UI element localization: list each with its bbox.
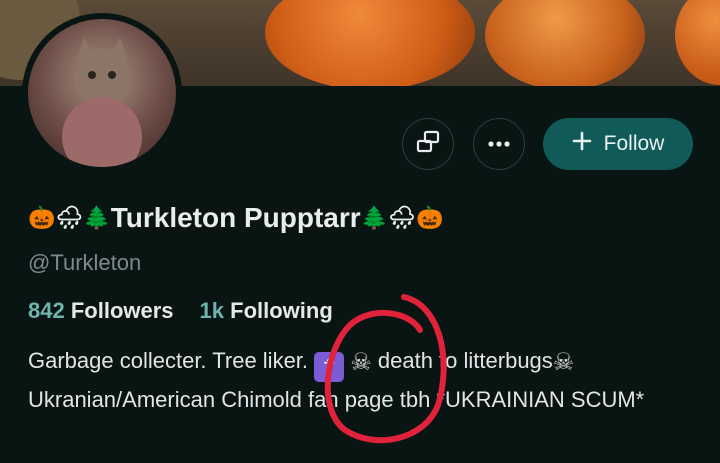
name-text: Turkleton Pupptarr xyxy=(110,202,361,233)
follow-label: Follow xyxy=(603,132,665,155)
name-emoji-suffix: 🌲🌧🎃 xyxy=(360,205,444,230)
user-handle: @Turkleton xyxy=(28,250,142,275)
more-icon xyxy=(486,135,512,153)
banner-pumpkin xyxy=(675,0,720,85)
followers-label: Followers xyxy=(70,298,174,323)
banner-pumpkin xyxy=(485,0,645,86)
skull-icon: ☠ xyxy=(552,349,575,376)
banner-pumpkin xyxy=(265,0,475,86)
avatar-image xyxy=(28,19,176,167)
orthodox-cross-icon: ☦ xyxy=(314,352,345,382)
profile-stats: 842 Followers 1k Following xyxy=(28,298,333,324)
message-icon xyxy=(415,129,441,160)
display-name: 🎃🌧🌲 Turkleton Pupptarr 🌲🌧🎃 xyxy=(28,202,443,234)
profile-bio: Garbage collecter. Tree liker. ☦ ☠ death… xyxy=(28,343,708,418)
bio-text-2: death to litterbugs xyxy=(371,348,553,373)
follow-button[interactable]: Follow xyxy=(543,118,693,170)
name-emoji-prefix: 🎃🌧🌲 xyxy=(28,205,111,230)
followers-count: 842 xyxy=(28,298,65,323)
following-label: Following xyxy=(230,298,333,323)
bio-text-1: Garbage collecter. Tree liker. xyxy=(28,348,315,373)
bio-text-3: Ukranian/American Chimold fan page tbh *… xyxy=(28,387,645,412)
skull-icon: ☠ xyxy=(350,349,372,376)
avatar[interactable] xyxy=(22,13,182,173)
more-options-button[interactable] xyxy=(473,118,525,170)
following-link[interactable]: 1k Following xyxy=(200,298,333,324)
followers-link[interactable]: 842 Followers xyxy=(28,298,174,324)
message-button[interactable] xyxy=(402,118,454,170)
plus-icon xyxy=(572,131,592,157)
following-count: 1k xyxy=(199,298,225,323)
